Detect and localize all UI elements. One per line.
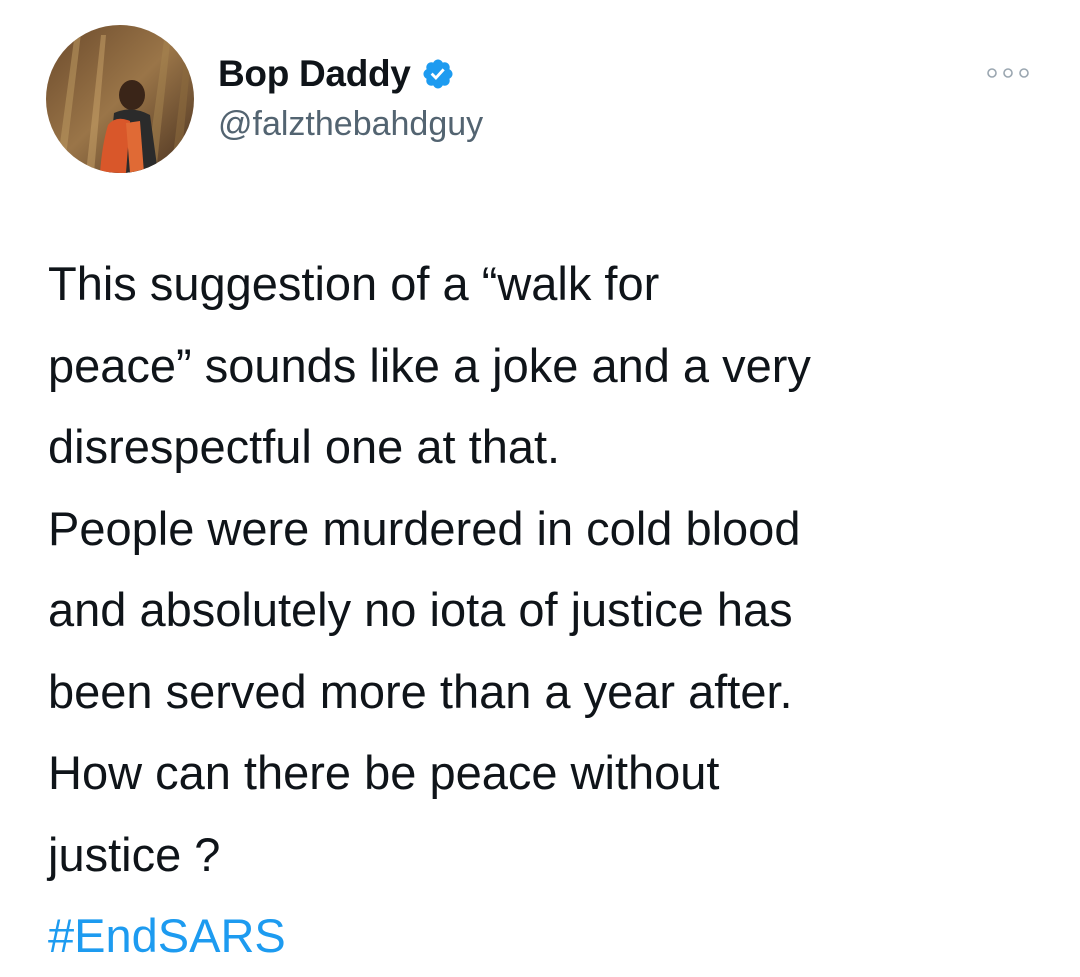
tweet-text: This suggestion of a “walk for peace” so… bbox=[48, 243, 1048, 977]
author-handle[interactable]: @falzthebahdguy bbox=[218, 105, 483, 144]
tweet-text-line: This suggestion of a “walk for bbox=[48, 257, 660, 310]
tweet-text-line: disrespectful one at that. bbox=[48, 420, 561, 473]
author-row: Bop Daddy bbox=[218, 52, 455, 96]
avatar[interactable] bbox=[46, 25, 194, 173]
tweet-card: Bop Daddy @falzthebahdguy This suggestio… bbox=[0, 0, 1080, 962]
verified-badge-icon bbox=[421, 57, 455, 91]
tweet-text-line: been served more than a year after. bbox=[48, 664, 793, 718]
hashtag-link[interactable]: #EndSARS bbox=[48, 895, 1048, 977]
tweet-text-line: justice ? bbox=[48, 827, 221, 881]
tweet-text-line: and absolutely no iota of justice has bbox=[48, 583, 793, 636]
tweet-text-line: People were murdered in cold blood bbox=[48, 501, 801, 555]
tweet-text-line: How can there be peace without bbox=[48, 746, 720, 799]
tweet-text-line: peace” sounds like a joke and a very bbox=[48, 338, 811, 392]
display-name[interactable]: Bop Daddy bbox=[218, 53, 411, 95]
more-options-icon[interactable] bbox=[985, 58, 1031, 88]
